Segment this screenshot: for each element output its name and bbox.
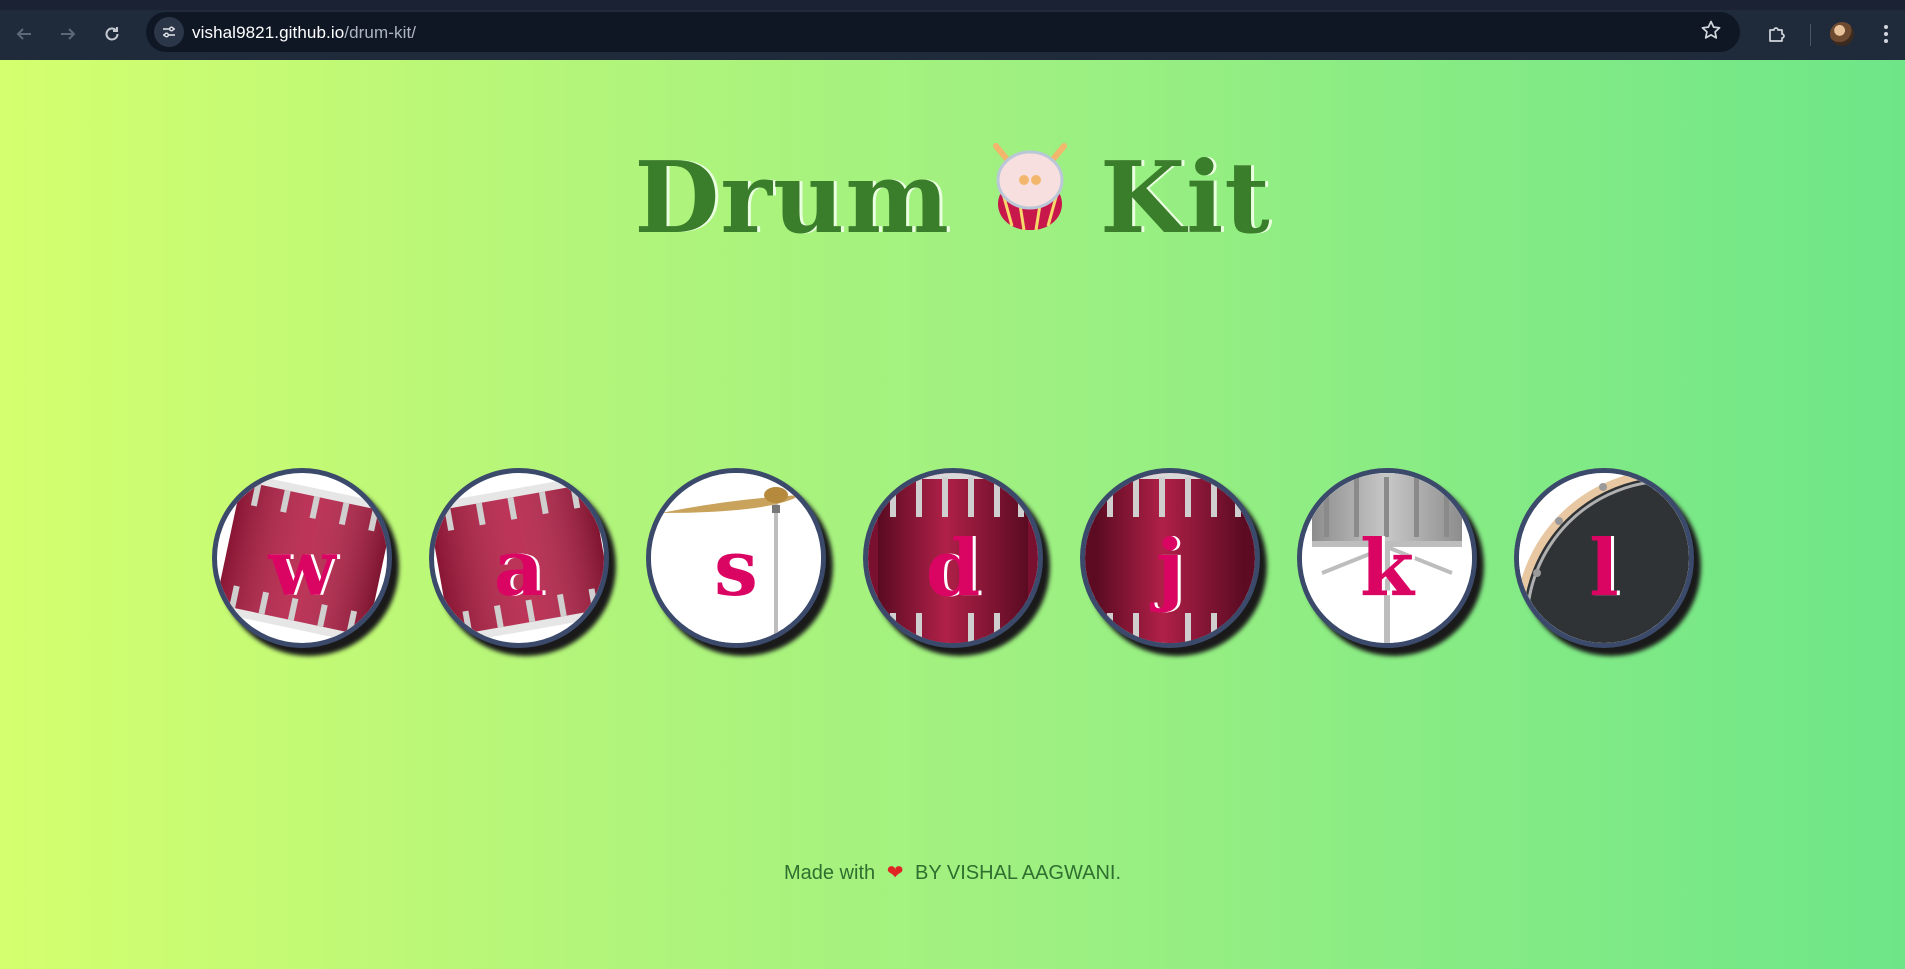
url-path: /drum-kit/ — [344, 23, 417, 42]
drum-button-l[interactable]: l — [1514, 468, 1694, 648]
drum-key-label: k — [1359, 522, 1415, 614]
drum-key-label: d — [925, 522, 981, 614]
forward-arrow-icon — [61, 28, 76, 40]
drum-button-s[interactable]: s — [646, 468, 826, 648]
drum-button-a[interactable]: a — [429, 468, 609, 648]
drum-button-k[interactable]: k — [1297, 468, 1477, 648]
title-drum-word: Drum — [634, 141, 950, 256]
drum-key-label: j — [1155, 522, 1185, 614]
back-button[interactable] — [8, 18, 40, 50]
footer-credit: Made with ❤ BY VISHAL AAGWANI. — [0, 860, 1905, 885]
tune-icon — [163, 26, 175, 38]
browser-toolbar: vishal9821.github.io/drum-kit/ — [0, 10, 1905, 60]
reload-button[interactable] — [96, 18, 128, 50]
extensions-button[interactable] — [1761, 18, 1793, 50]
url-text[interactable]: vishal9821.github.io/drum-kit/ — [192, 23, 416, 43]
heart-icon: ❤ — [886, 862, 904, 884]
back-arrow-icon — [16, 28, 31, 40]
page-title: Drum Kit — [0, 140, 1905, 256]
footer-suffix: BY VISHAL AAGWANI. — [915, 862, 1122, 884]
url-host: vishal9821.github.io — [192, 23, 345, 42]
drum-button-d[interactable]: d — [863, 468, 1043, 648]
puzzle-icon — [1769, 27, 1785, 42]
star-icon — [1701, 20, 1721, 39]
drum-key-label: w — [268, 522, 336, 614]
forward-button[interactable] — [52, 18, 84, 50]
profile-button[interactable] — [1826, 18, 1858, 50]
drum-row: w a s d j k l — [212, 468, 1712, 658]
site-info-button[interactable] — [154, 17, 184, 47]
drum-key-label: s — [714, 522, 758, 614]
page-body: Drum Kit w a s d j k l Made with ❤ BY VI… — [0, 60, 1905, 969]
reload-icon — [105, 27, 119, 41]
drum-emoji-icon — [990, 140, 1070, 240]
drum-key-label: a — [493, 522, 545, 614]
drum-button-w[interactable]: w — [212, 468, 392, 648]
drum-button-j[interactable]: j — [1080, 468, 1260, 648]
footer-prefix: Made with — [783, 862, 876, 884]
address-bar[interactable]: vishal9821.github.io/drum-kit/ — [146, 12, 1740, 52]
bookmark-button[interactable] — [1700, 19, 1722, 47]
drum-key-label: l — [1589, 522, 1619, 614]
avatar — [1830, 22, 1854, 46]
title-kit-word: Kit — [1099, 141, 1271, 256]
kebab-menu-icon — [1884, 25, 1888, 43]
tab-strip — [0, 0, 1905, 10]
browser-menu-button[interactable] — [1870, 18, 1902, 50]
toolbar-divider — [1810, 24, 1811, 46]
